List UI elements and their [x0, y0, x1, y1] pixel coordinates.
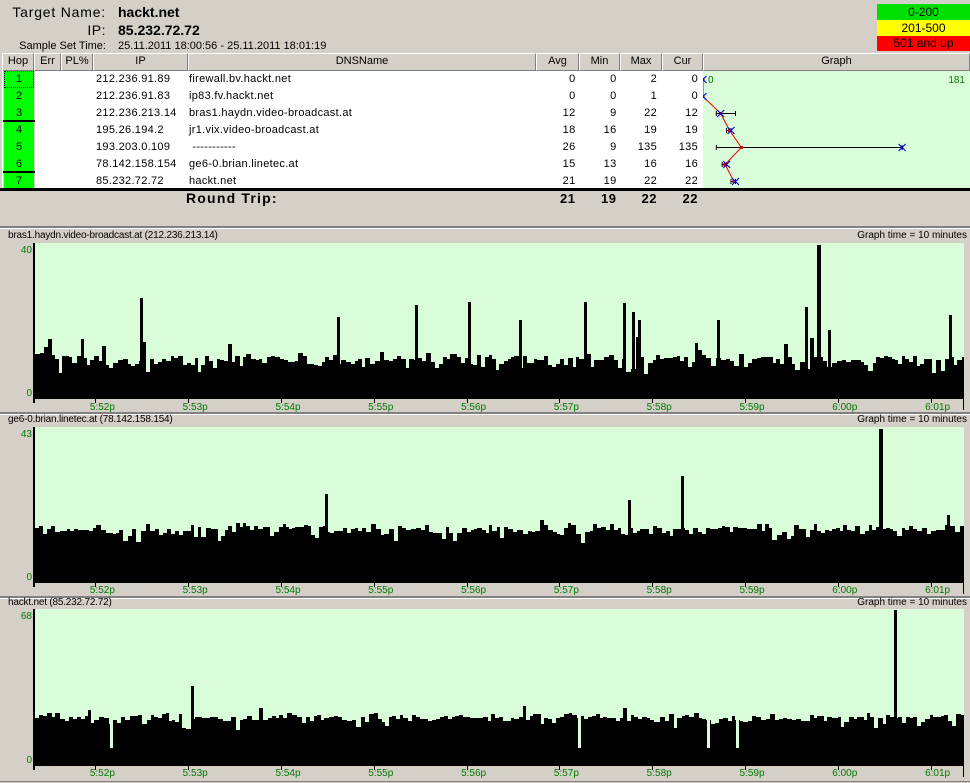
- svg-text:0: 0: [708, 75, 714, 86]
- svg-text:181: 181: [948, 75, 965, 86]
